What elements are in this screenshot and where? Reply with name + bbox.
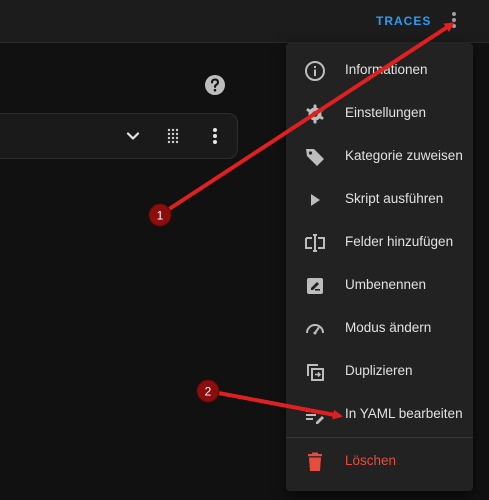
- form-textbox-icon: [303, 231, 327, 255]
- menu-item-umbenennen[interactable]: Umbenennen: [286, 266, 473, 306]
- top-toolbar: TRACES: [0, 0, 489, 43]
- play-icon: [303, 188, 327, 212]
- annotation-badge-1: 1: [148, 203, 172, 227]
- svg-text:1: 1: [157, 209, 164, 223]
- menu-item-modus-aendern[interactable]: Modus ändern: [286, 309, 473, 349]
- help-circle-icon: [205, 75, 225, 95]
- dots-vertical-icon: [213, 128, 217, 144]
- menu-item-felder-hinzufuegen[interactable]: Felder hinzufügen: [286, 223, 473, 263]
- menu-item-in-yaml-bearbeiten[interactable]: In YAML bearbeiten: [286, 395, 473, 435]
- drag-grid-icon: [167, 128, 179, 144]
- menu-item-label: Felder hinzufügen: [345, 234, 454, 249]
- speedometer-icon: [303, 317, 327, 341]
- page: TRACES Informationen Einstellungen Kateg…: [0, 0, 489, 500]
- overflow-menu-button[interactable]: [444, 8, 464, 32]
- menu-item-loeschen[interactable]: Löschen: [286, 442, 473, 482]
- menu-item-label: Informationen: [345, 62, 428, 77]
- menu-item-informationen[interactable]: Informationen: [286, 51, 473, 91]
- gear-icon: [303, 102, 327, 126]
- menu-item-kategorie-zuweisen[interactable]: Kategorie zuweisen: [286, 137, 473, 177]
- menu-item-einstellungen[interactable]: Einstellungen: [286, 94, 473, 134]
- info-icon: [303, 59, 327, 83]
- menu-divider: [286, 437, 473, 438]
- menu-item-label: Kategorie zuweisen: [345, 148, 463, 163]
- drag-handle[interactable]: [161, 124, 185, 148]
- menu-item-label: Duplizieren: [345, 363, 413, 378]
- menu-item-label: Skript ausführen: [345, 191, 444, 206]
- code-icon: [303, 403, 327, 427]
- expand-button[interactable]: [121, 124, 145, 148]
- annotation-badge-2: 2: [196, 379, 220, 403]
- menu-item-label: Löschen: [345, 453, 397, 468]
- dots-vertical-icon: [452, 12, 456, 28]
- menu-item-label: In YAML bearbeiten: [345, 406, 463, 421]
- delete-icon: [303, 450, 327, 474]
- row-overflow-button[interactable]: [203, 124, 227, 148]
- tag-icon: [303, 145, 327, 169]
- menu-item-skript-ausfuehren[interactable]: Skript ausführen: [286, 180, 473, 220]
- menu-item-label: Modus ändern: [345, 320, 432, 335]
- menu-item-label: Umbenennen: [345, 277, 427, 292]
- svg-text:2: 2: [205, 385, 212, 399]
- menu-item-duplizieren[interactable]: Duplizieren: [286, 352, 473, 392]
- menu-item-label: Einstellungen: [345, 105, 427, 120]
- traces-button[interactable]: TRACES: [370, 10, 437, 32]
- help-button[interactable]: [204, 74, 226, 96]
- rename-icon: [303, 274, 327, 298]
- script-row-card: [0, 113, 238, 159]
- overflow-menu: Informationen Einstellungen Kategorie zu…: [286, 43, 473, 491]
- chevron-down-icon: [126, 132, 140, 140]
- duplicate-icon: [303, 360, 327, 384]
